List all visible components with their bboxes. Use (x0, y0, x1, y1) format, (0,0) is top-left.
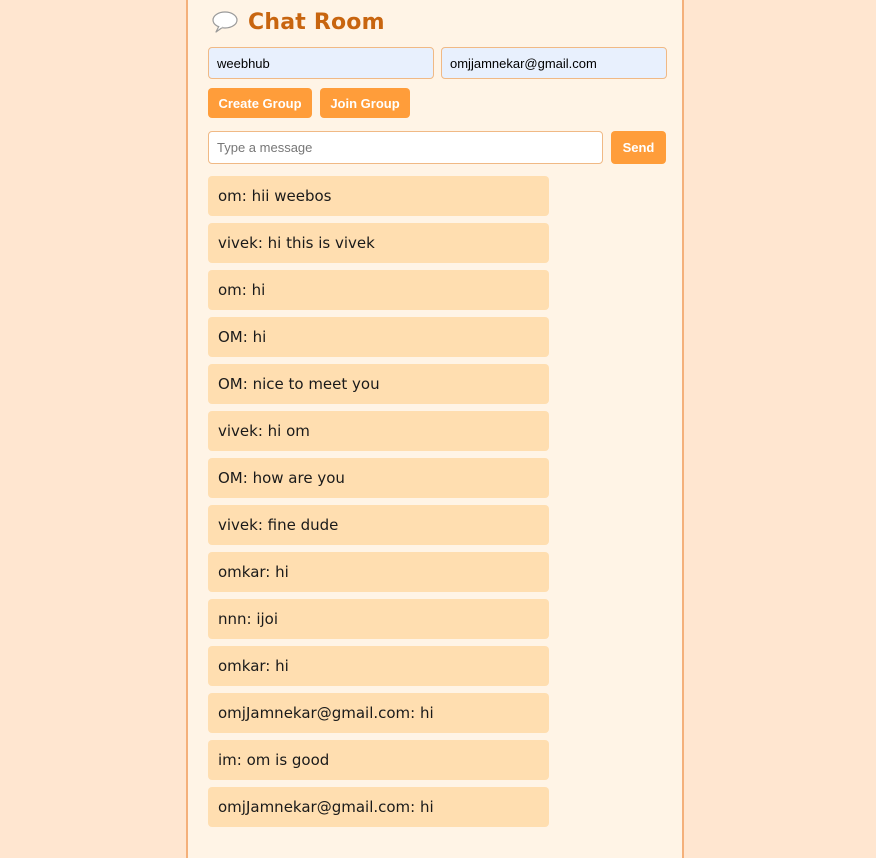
email-input[interactable] (441, 47, 667, 79)
message-item: OM: hi (208, 317, 549, 357)
chat-room-panel: Chat Room Create Group Join Group Send o… (186, 0, 684, 858)
message-item: omkar: hi (208, 646, 549, 686)
create-group-button[interactable]: Create Group (208, 88, 312, 118)
message-item: vivek: hi om (208, 411, 549, 451)
message-item: vivek: fine dude (208, 505, 549, 545)
message-item: om: hii weebos (208, 176, 549, 216)
message-list: om: hii weebos vivek: hi this is vivek o… (208, 176, 549, 834)
message-input[interactable] (208, 131, 603, 164)
send-button[interactable]: Send (611, 131, 666, 164)
message-item: vivek: hi this is vivek (208, 223, 549, 263)
message-item: OM: how are you (208, 458, 549, 498)
join-group-button[interactable]: Join Group (320, 88, 410, 118)
message-item: om: hi (208, 270, 549, 310)
group-name-input[interactable] (208, 47, 434, 79)
speech-bubble-icon (210, 10, 240, 34)
header: Chat Room (210, 8, 385, 36)
message-item: im: om is good (208, 740, 549, 780)
message-item: omjJamnekar@gmail.com: hi (208, 693, 549, 733)
message-item: nnn: ijoi (208, 599, 549, 639)
page-title: Chat Room (248, 9, 385, 35)
message-item: OM: nice to meet you (208, 364, 549, 404)
message-item: omjJamnekar@gmail.com: hi (208, 787, 549, 827)
message-item: omkar: hi (208, 552, 549, 592)
